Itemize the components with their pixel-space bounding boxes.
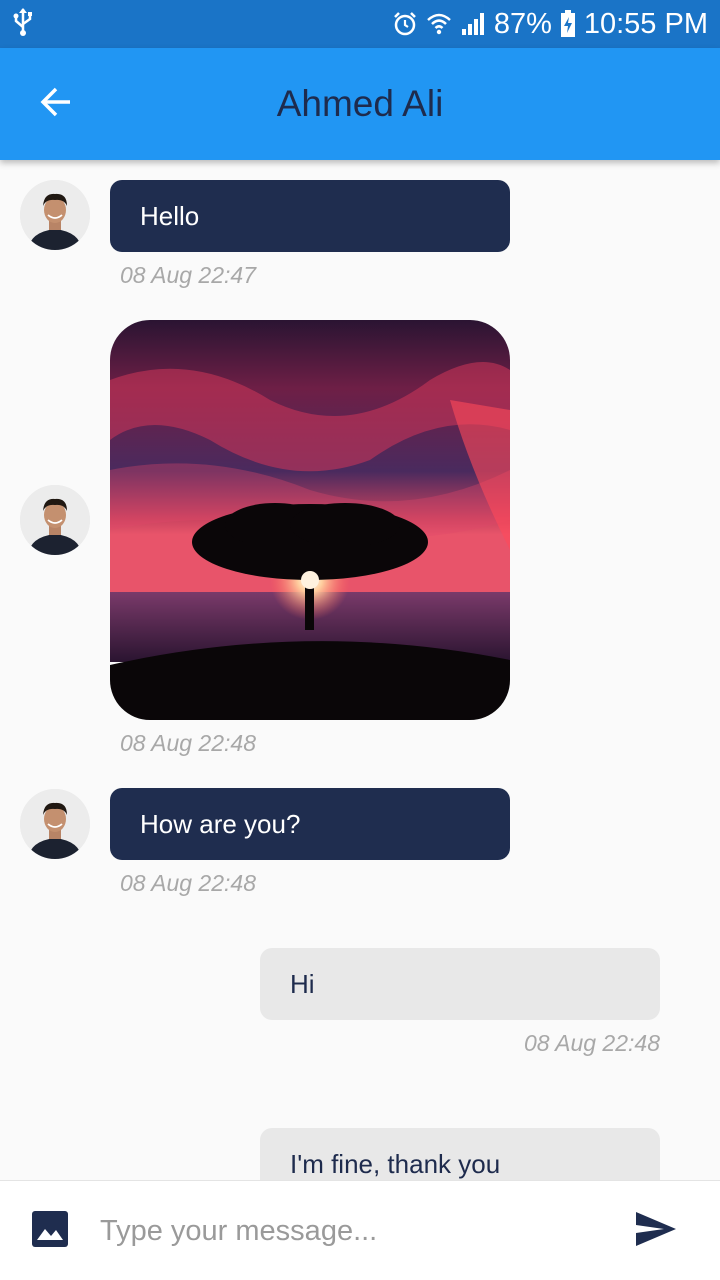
battery-percent: 87% (493, 7, 552, 40)
app-bar: Ahmed Ali (0, 48, 720, 160)
signal-icon (460, 11, 486, 37)
usb-icon (12, 7, 34, 42)
battery-charging-icon (560, 10, 576, 38)
message-input[interactable] (100, 1199, 600, 1263)
page-title: Ahmed Ali (276, 83, 444, 124)
message-bubble-incoming[interactable]: How are you? (110, 788, 510, 860)
message-image[interactable] (110, 320, 510, 720)
attach-image-button[interactable] (22, 1203, 78, 1259)
wifi-icon (426, 11, 452, 37)
send-button[interactable] (626, 1205, 686, 1257)
avatar[interactable] (20, 485, 90, 555)
image-icon (31, 1210, 69, 1253)
avatar[interactable] (20, 789, 90, 859)
send-icon (634, 1210, 678, 1253)
message-bubble-incoming[interactable]: Hello (110, 180, 510, 252)
message-bubble-outgoing[interactable]: I'm fine, thank you (260, 1128, 660, 1180)
message-composer (0, 1180, 720, 1280)
message-list[interactable]: Hello 08 Aug 22:47 08 Aug 22:48 How are … (0, 160, 720, 1180)
status-time: 10:55 PM (583, 7, 708, 40)
message-timestamp: 08 Aug 22:48 (120, 870, 256, 896)
message-timestamp: 08 Aug 22:48 (120, 730, 256, 756)
message-timestamp: 08 Aug 22:47 (120, 262, 256, 288)
alarm-icon (392, 11, 418, 37)
message-timestamp: 08 Aug 22:48 (524, 1030, 660, 1056)
avatar[interactable] (20, 180, 90, 250)
status-bar: 87% 10:55 PM (0, 0, 720, 48)
message-bubble-outgoing[interactable]: Hi (260, 948, 660, 1020)
